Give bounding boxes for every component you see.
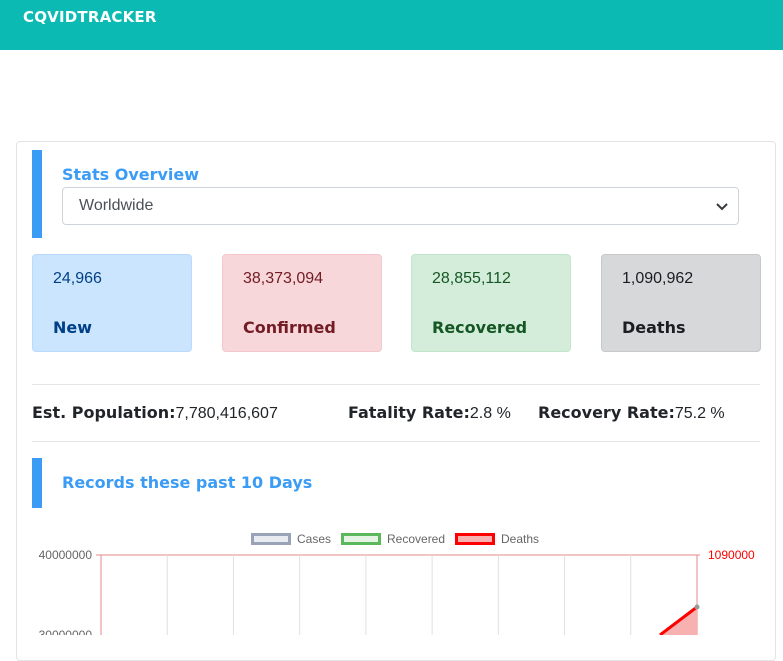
fatality-value: 2.8 % (469, 405, 511, 422)
section-accent-bar (32, 150, 42, 238)
stat-recovered-label: Recovered (432, 318, 528, 337)
legend-item-cases[interactable]: Cases (251, 532, 331, 546)
legend-swatch-cases (251, 533, 291, 545)
recovery-value: 75.2 % (674, 405, 725, 422)
recovery-metric: Recovery Rate:75.2 % (538, 403, 725, 423)
chart-grid (96, 554, 700, 635)
brand-logo[interactable]: CQVIDTRACKER (23, 8, 157, 26)
stat-deaths-label: Deaths (622, 318, 686, 337)
stat-card-confirmed: 38,373,094 Confirmed (222, 254, 382, 352)
stat-confirmed-label: Confirmed (243, 318, 336, 337)
population-value: 7,780,416,607 (175, 405, 278, 422)
stat-recovered-value: 28,855,112 (432, 270, 511, 287)
top-navbar: CQVIDTRACKER (0, 0, 783, 50)
stat-new-label: New (53, 318, 93, 337)
legend-item-deaths[interactable]: Deaths (455, 532, 539, 546)
stat-card-deaths: 1,090,962 Deaths (601, 254, 761, 352)
y-left-tick-label: 40000000 (39, 548, 93, 562)
stat-confirmed-value: 38,373,094 (243, 270, 324, 287)
legend-swatch-recovered (341, 533, 381, 545)
population-label: Est. Population: (32, 403, 176, 422)
y-right-tick-label: 1090000 (708, 548, 755, 562)
legend-item-recovered[interactable]: Recovered (341, 532, 445, 546)
legend-label-recovered: Recovered (387, 532, 446, 546)
stat-card-recovered: 28,855,112 Recovered (411, 254, 571, 352)
stat-new-value: 24,966 (53, 270, 102, 287)
region-select[interactable]: Worldwide (62, 187, 739, 225)
records-title: Records these past 10 Days (62, 473, 313, 492)
population-metric: Est. Population:7,780,416,607 (32, 403, 278, 423)
fatality-label: Fatality Rate: (348, 403, 470, 422)
divider (32, 384, 760, 385)
y-left-tick-label: 30000000 (39, 628, 93, 635)
legend-swatch-deaths (455, 533, 495, 545)
stats-overview-title: Stats Overview (62, 165, 200, 184)
legend-label-deaths: Deaths (501, 532, 540, 546)
recovery-label: Recovery Rate: (538, 403, 675, 422)
section-accent-bar (32, 458, 42, 508)
stat-deaths-value: 1,090,962 (622, 270, 694, 287)
stat-card-new: 24,966 New (32, 254, 192, 352)
divider (32, 441, 760, 442)
deaths-data-point (694, 604, 700, 610)
region-select-value: Worldwide (79, 197, 154, 214)
chevron-down-icon (716, 203, 728, 211)
fatality-metric: Fatality Rate:2.8 % (348, 403, 511, 423)
records-chart: 40000000 30000000 1090000 (39, 548, 755, 635)
legend-label-cases: Cases (297, 532, 332, 546)
